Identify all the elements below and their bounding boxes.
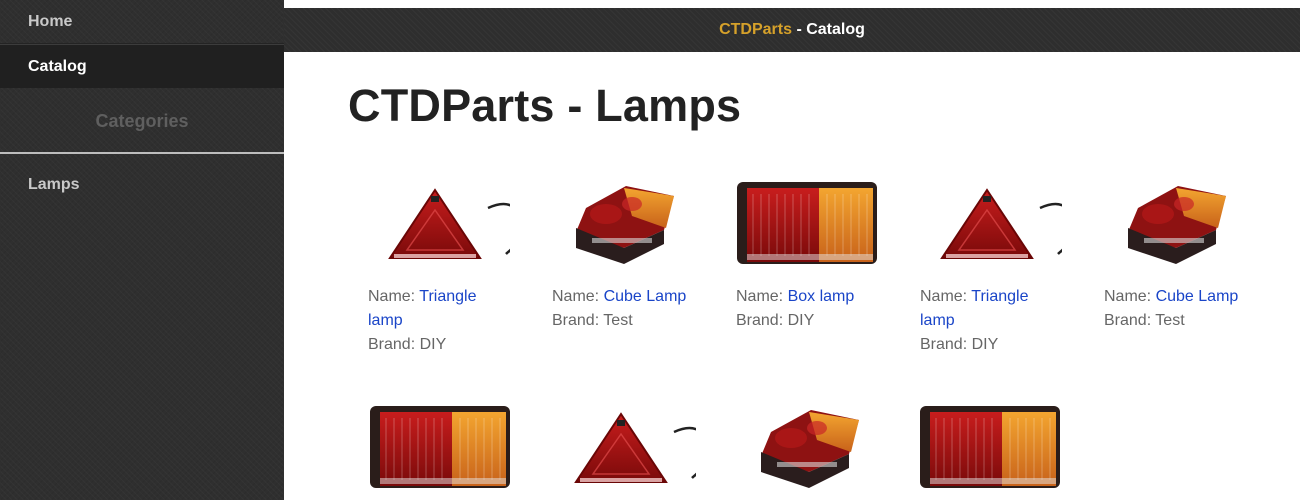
box-lamp-image[interactable] (731, 168, 881, 273)
brand-name[interactable]: CTDParts (719, 21, 792, 38)
product-name-line: Name: Triangle lamp (368, 288, 477, 329)
product-name-line: Name: Cube Lamp (552, 288, 687, 305)
product-link[interactable]: Box lamp (788, 288, 855, 305)
product-card (546, 392, 696, 497)
sidebar-item-lamps[interactable]: Lamps (0, 163, 284, 207)
product-card (731, 392, 881, 497)
product-card: Name: Box lamp Brand: DIY (731, 168, 881, 333)
page-title: CTDParts - Lamps (348, 80, 742, 131)
product-name-line: Name: Triangle lamp (920, 288, 1029, 329)
cube-lamp-image[interactable] (731, 392, 881, 497)
nav-catalog[interactable]: Catalog (0, 44, 284, 88)
triangle-lamp-image[interactable] (912, 168, 1062, 273)
product-brand: Brand: DIY (368, 336, 447, 353)
product-card (364, 392, 514, 497)
top-bar-title: - Catalog (792, 21, 865, 38)
product-brand: Brand: Test (1104, 312, 1185, 329)
product-card: Name: Cube Lamp Brand: Test (1098, 168, 1248, 333)
product-brand: Brand: DIY (736, 312, 815, 329)
categories-heading: Categories (0, 88, 284, 154)
product-link[interactable]: Cube Lamp (1156, 288, 1239, 305)
product-card: Name: Triangle lamp Brand: DIY (912, 168, 1062, 357)
product-name-line: Name: Cube Lamp (1104, 288, 1239, 305)
product-brand: Brand: DIY (920, 336, 999, 353)
sidebar: Home Catalog Categories Lamps (0, 0, 284, 500)
cube-lamp-image[interactable] (1098, 168, 1248, 273)
product-link[interactable]: Cube Lamp (604, 288, 687, 305)
cube-lamp-image[interactable] (546, 168, 696, 273)
top-bar: CTDParts - Catalog (284, 8, 1300, 52)
product-card: Name: Cube Lamp Brand: Test (546, 168, 696, 333)
product-card: Name: Triangle lamp Brand: DIY (360, 168, 510, 357)
product-brand: Brand: Test (552, 312, 633, 329)
product-name-line: Name: Box lamp (736, 288, 855, 305)
nav-home[interactable]: Home (0, 0, 284, 44)
box-lamp-image[interactable] (914, 392, 1064, 497)
triangle-lamp-image[interactable] (546, 392, 696, 497)
product-card (914, 392, 1064, 497)
triangle-lamp-image[interactable] (360, 168, 510, 273)
box-lamp-image[interactable] (364, 392, 514, 497)
